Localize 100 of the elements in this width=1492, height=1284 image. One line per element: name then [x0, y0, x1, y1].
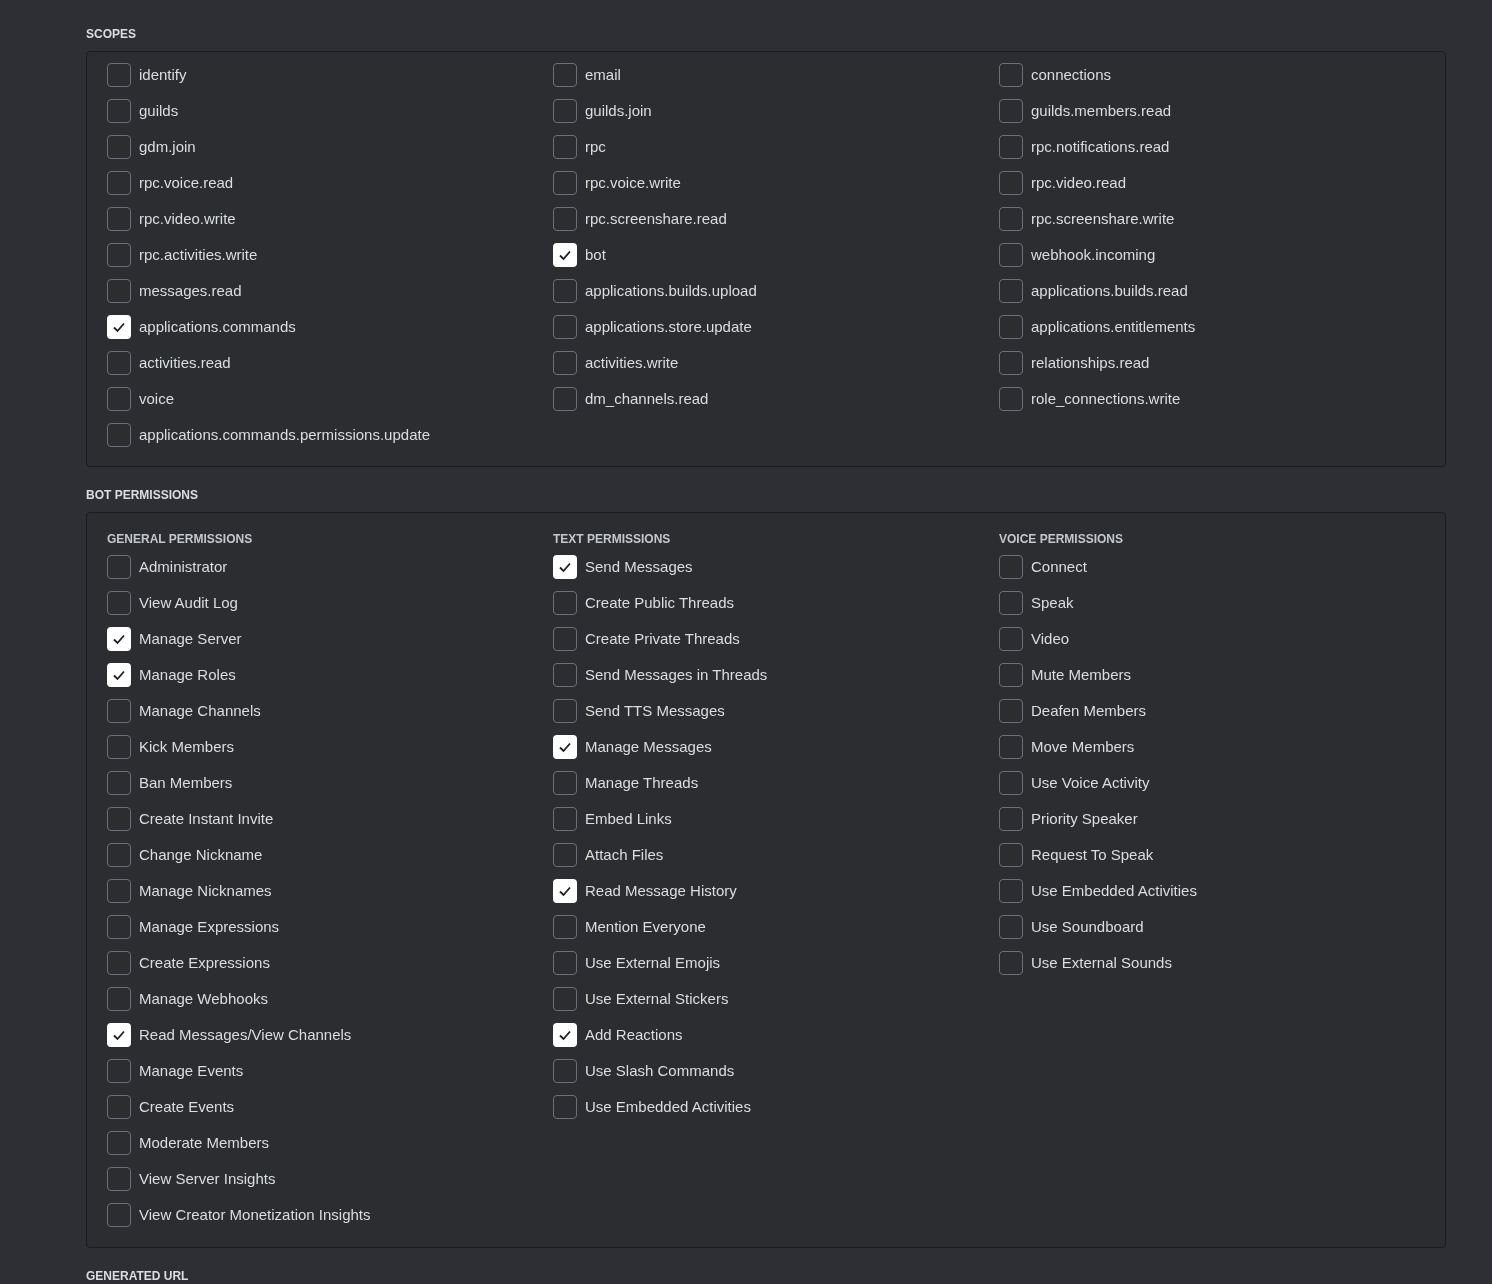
checkbox[interactable]: [107, 1131, 131, 1155]
checkbox[interactable]: [107, 99, 131, 123]
checkbox[interactable]: [553, 735, 577, 759]
checkbox[interactable]: [107, 351, 131, 375]
checkbox[interactable]: [553, 771, 577, 795]
checkbox[interactable]: [553, 1059, 577, 1083]
checkmark-icon: [558, 884, 572, 898]
option-label: Kick Members: [139, 736, 235, 757]
checkbox[interactable]: [553, 171, 577, 195]
checkbox[interactable]: [107, 627, 131, 651]
checkbox[interactable]: [999, 843, 1023, 867]
option-label: Manage Server: [139, 628, 242, 649]
checkbox[interactable]: [553, 807, 577, 831]
checkbox[interactable]: [553, 351, 577, 375]
checkbox[interactable]: [107, 1059, 131, 1083]
option-label: Request To Speak: [1031, 844, 1154, 865]
checkbox[interactable]: [553, 135, 577, 159]
checkbox[interactable]: [553, 207, 577, 231]
option-label: Manage Messages: [585, 736, 712, 757]
checkbox[interactable]: [553, 699, 577, 723]
checkbox[interactable]: [107, 1095, 131, 1119]
option-label: connections: [1031, 64, 1112, 85]
checkbox[interactable]: [999, 351, 1023, 375]
checkbox[interactable]: [999, 915, 1023, 939]
checkbox[interactable]: [553, 1023, 577, 1047]
checkbox[interactable]: [999, 627, 1023, 651]
checkbox[interactable]: [553, 1095, 577, 1119]
checkbox[interactable]: [999, 387, 1023, 411]
checkbox[interactable]: [107, 63, 131, 87]
checkbox[interactable]: [107, 243, 131, 267]
checkbox[interactable]: [107, 807, 131, 831]
option-label: Create Expressions: [139, 952, 270, 973]
checkbox[interactable]: [553, 387, 577, 411]
checkbox[interactable]: [107, 279, 131, 303]
checkbox[interactable]: [999, 735, 1023, 759]
checkbox[interactable]: [107, 423, 131, 447]
option-label: Manage Threads: [585, 772, 699, 793]
checkbox[interactable]: [999, 771, 1023, 795]
checkbox[interactable]: [107, 1023, 131, 1047]
checkbox[interactable]: [107, 1203, 131, 1227]
checkbox[interactable]: [999, 807, 1023, 831]
checkbox[interactable]: [107, 315, 131, 339]
checkbox[interactable]: [999, 699, 1023, 723]
checkbox[interactable]: [107, 771, 131, 795]
checkbox[interactable]: [107, 951, 131, 975]
checkbox[interactable]: [999, 879, 1023, 903]
option-label: guilds: [139, 100, 179, 121]
checkbox[interactable]: [553, 591, 577, 615]
checkbox[interactable]: [553, 243, 577, 267]
option-label: identify: [139, 64, 187, 85]
checkbox[interactable]: [553, 987, 577, 1011]
checkbox[interactable]: [553, 879, 577, 903]
checkbox[interactable]: [553, 315, 577, 339]
option-label: Manage Expressions: [139, 916, 280, 937]
checkbox[interactable]: [107, 591, 131, 615]
checkbox[interactable]: [999, 207, 1023, 231]
checkbox[interactable]: [553, 627, 577, 651]
checkbox[interactable]: [107, 879, 131, 903]
column-heading: TEXT PERMISSIONS: [553, 531, 672, 547]
checkbox[interactable]: [107, 135, 131, 159]
checkbox[interactable]: [107, 555, 131, 579]
section-heading: BOT PERMISSIONS: [86, 487, 199, 503]
checkbox[interactable]: [553, 99, 577, 123]
checkbox[interactable]: [553, 63, 577, 87]
checkbox[interactable]: [553, 279, 577, 303]
checkbox[interactable]: [999, 555, 1023, 579]
checkbox[interactable]: [107, 699, 131, 723]
checkbox[interactable]: [999, 279, 1023, 303]
checkbox[interactable]: [553, 915, 577, 939]
checkbox[interactable]: [107, 663, 131, 687]
checkbox[interactable]: [107, 915, 131, 939]
column-heading: VOICE PERMISSIONS: [999, 531, 1125, 547]
checkbox[interactable]: [107, 843, 131, 867]
option-label: Use External Stickers: [585, 988, 729, 1009]
option-label: voice: [139, 388, 175, 409]
checkbox[interactable]: [999, 243, 1023, 267]
checkbox[interactable]: [999, 63, 1023, 87]
checkbox[interactable]: [999, 315, 1023, 339]
checkbox[interactable]: [553, 663, 577, 687]
checkbox[interactable]: [999, 135, 1023, 159]
option-label: Manage Events: [139, 1060, 244, 1081]
option-label: Use Slash Commands: [585, 1060, 735, 1081]
checkbox[interactable]: [553, 555, 577, 579]
checkbox[interactable]: [999, 99, 1023, 123]
option-label: Send Messages: [585, 556, 693, 577]
checkbox[interactable]: [553, 843, 577, 867]
checkbox[interactable]: [999, 591, 1023, 615]
checkbox[interactable]: [107, 1167, 131, 1191]
checkmark-icon: [558, 560, 572, 574]
option-label: email: [585, 64, 621, 85]
option-label: dm_channels.read: [585, 388, 709, 409]
checkbox[interactable]: [999, 171, 1023, 195]
checkbox[interactable]: [999, 951, 1023, 975]
checkbox[interactable]: [107, 987, 131, 1011]
checkbox[interactable]: [107, 387, 131, 411]
checkbox[interactable]: [553, 951, 577, 975]
checkbox[interactable]: [999, 663, 1023, 687]
checkbox[interactable]: [107, 171, 131, 195]
checkbox[interactable]: [107, 207, 131, 231]
checkbox[interactable]: [107, 735, 131, 759]
